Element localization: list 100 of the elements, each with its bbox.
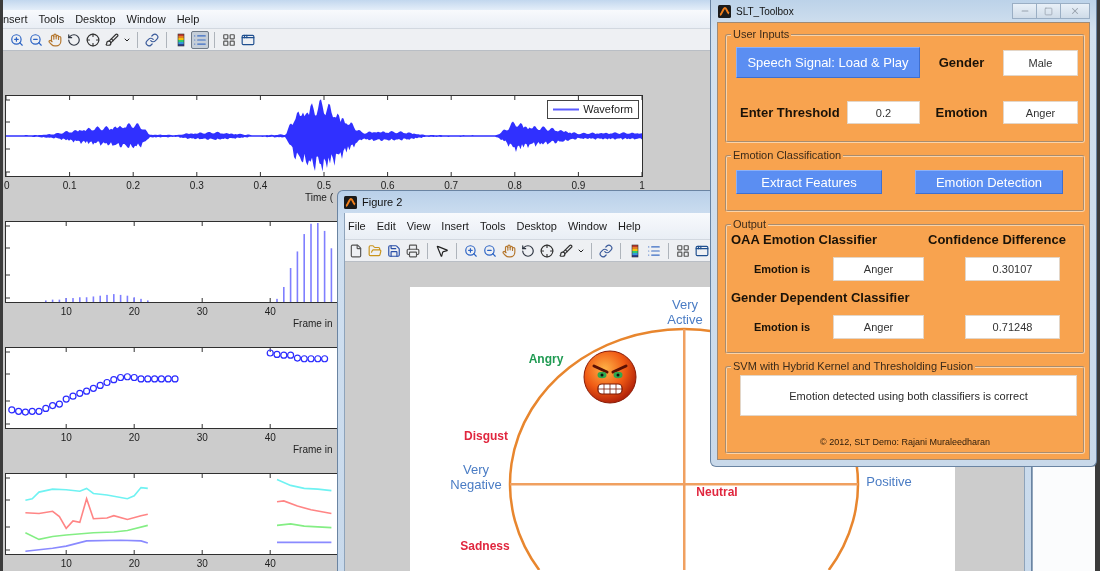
stem-bar (92, 296, 95, 302)
stem-bar (51, 299, 54, 302)
tick-label: 10 (60, 432, 72, 443)
tick-label: 30 (196, 306, 208, 317)
stem-bar (106, 294, 108, 302)
tick-label: 0.6 (380, 180, 395, 191)
stem-bar (126, 295, 129, 302)
emotion-label: Sadness (460, 539, 510, 553)
angry-face-icon (583, 350, 637, 404)
tick-label: 0.8 (507, 180, 522, 191)
close-icon (1070, 6, 1080, 16)
legend-icon[interactable] (191, 30, 209, 49)
tick-label: 1 (639, 180, 645, 191)
group-title: User Inputs (732, 28, 791, 41)
window-title: Figure 2 (362, 196, 403, 208)
threshold-label: Enter Threshold (740, 105, 840, 120)
confidence-field: 0.71248 (965, 315, 1060, 339)
stem-bar (283, 287, 285, 302)
stem-bar (330, 248, 333, 302)
pole-label: Very Negative (450, 462, 502, 492)
brush-icon[interactable] (557, 241, 575, 260)
tick-label: 20 (128, 432, 140, 443)
stem-bar (323, 230, 326, 302)
menu-item[interactable]: Tools (38, 12, 65, 26)
tick-label: 0.5 (317, 180, 331, 191)
link-icon[interactable] (143, 30, 161, 49)
menu-item[interactable]: Help (176, 12, 200, 26)
emotion-input-label: Emotion (935, 105, 988, 120)
emotion-result-field: Anger (833, 315, 924, 339)
tick-label: 0.3 (189, 180, 204, 191)
menu-item[interactable]: Help (618, 219, 641, 233)
stem-bar (140, 298, 142, 302)
tick-label: 20 (128, 558, 140, 569)
group-title: Output (732, 218, 768, 231)
stem-bar (58, 299, 61, 302)
tick-label: 30 (196, 558, 208, 569)
logo-icon (718, 4, 731, 18)
axis-label: Time ( (305, 191, 333, 204)
threshold-field[interactable]: 0.2 (847, 101, 920, 124)
tick-label: 10 (60, 306, 72, 317)
copyright-text: © 2012, SLT Demo: Rajani Muraleedharan (820, 436, 990, 448)
menu-item[interactable]: Window (126, 12, 166, 26)
gender-field[interactable]: Male (1003, 49, 1078, 76)
stem-bar (45, 300, 47, 302)
menu-item[interactable]: Desktop (516, 219, 557, 233)
link-icon[interactable] (597, 241, 615, 260)
stem-bar (133, 297, 135, 302)
tick-label: 0.9 (571, 180, 586, 191)
pole-label: Very Active (667, 297, 703, 327)
legend-label: Waveform (583, 103, 633, 116)
stem-bar (276, 298, 278, 302)
menu-item[interactable]: Insert (441, 219, 469, 233)
pole-label: Positive (866, 474, 912, 489)
stem-bar (72, 298, 74, 302)
tick-label: 40 (264, 558, 276, 569)
stem-bar (79, 297, 81, 302)
tick-label: 0.1 (62, 180, 77, 191)
tick-label: 40 (264, 306, 276, 317)
emotion-result-field: Anger (833, 257, 924, 281)
stem-bar (65, 298, 67, 302)
menu-item[interactable]: nsert (3, 12, 28, 26)
confidence-field: 0.30107 (965, 257, 1060, 281)
axis-label: Frame in (293, 443, 333, 456)
confidence-heading: Confidence Difference (927, 232, 1066, 248)
stem-bar (113, 294, 115, 302)
menu-item[interactable]: File (348, 219, 366, 233)
stem-bar (289, 268, 292, 302)
emotion-is-label: Emotion is (753, 321, 811, 333)
result-field: Emotion detected using both classifiers is correct (740, 375, 1077, 416)
group-title: SVM with Hybrid Kernel and Thresholding Fusion (732, 360, 975, 373)
legend-line-icon (553, 108, 580, 111)
tick-label: 0 (4, 180, 10, 191)
stem-bar (147, 300, 149, 302)
menu-item[interactable]: Desktop (75, 12, 116, 26)
emotion-field[interactable]: Anger (1003, 101, 1078, 124)
menu-item[interactable]: Window (567, 219, 608, 233)
brush-icon[interactable] (103, 30, 121, 49)
stem-bar (303, 234, 305, 302)
menu-item[interactable]: Tools (479, 219, 506, 233)
stem-bar (296, 251, 299, 302)
tick-label: 0.2 (126, 180, 141, 191)
emotion-label: Disgust (464, 429, 508, 443)
stem-bar (85, 297, 88, 302)
emotion-label: Angry (528, 352, 564, 366)
emotion-is-label: Emotion is (753, 263, 811, 275)
tick-label: 0.7 (444, 180, 459, 191)
stem-bar (99, 295, 101, 302)
tick-label: 20 (128, 306, 140, 317)
menu-item[interactable]: Edit (376, 219, 396, 233)
gender-label: Gender (938, 55, 985, 70)
emotion-label: Neutral (696, 485, 738, 499)
window-title: SLT_Toolbox (736, 5, 794, 17)
tick-label: 0.4 (253, 180, 268, 191)
menu-item[interactable]: View (406, 219, 431, 233)
logo-icon (344, 195, 357, 209)
classifier-heading: Gender Dependent Classifier (731, 290, 910, 306)
group-title: Emotion Classification (732, 149, 843, 162)
tick-label: 10 (60, 558, 72, 569)
maximize-icon (1044, 6, 1053, 16)
axis-label: Frame in (293, 317, 333, 330)
